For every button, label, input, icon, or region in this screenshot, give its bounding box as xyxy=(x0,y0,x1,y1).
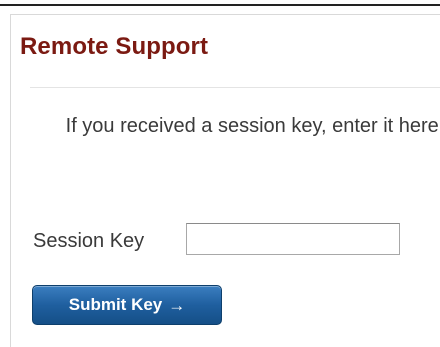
session-key-label: Session Key xyxy=(33,230,145,252)
submit-key-button[interactable]: Submit Key → xyxy=(32,285,222,325)
panel-title: Remote Support xyxy=(20,33,209,60)
arrow-right-icon: → xyxy=(168,295,186,315)
top-border xyxy=(0,4,440,6)
instructions-text: If you received a session key, enter it … xyxy=(65,115,440,137)
submit-key-label: Submit Key xyxy=(68,295,163,314)
title-divider xyxy=(30,87,440,88)
session-key-input[interactable] xyxy=(186,223,400,255)
